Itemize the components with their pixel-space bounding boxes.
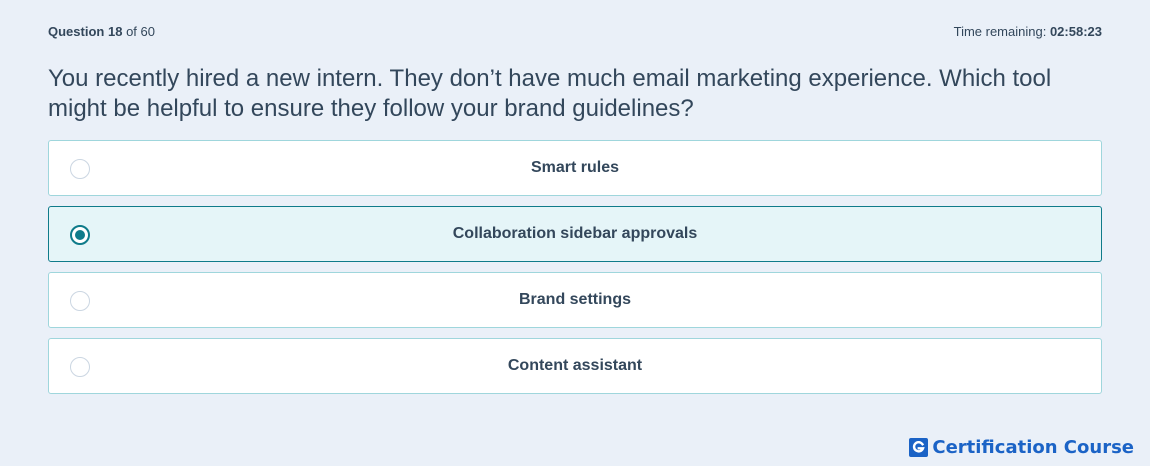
g-logo-icon xyxy=(909,437,929,457)
question-counter: Question 18 of 60 xyxy=(48,22,155,42)
answer-option-4[interactable]: Content assistant xyxy=(48,338,1102,394)
answer-option-1[interactable]: Smart rules xyxy=(48,140,1102,196)
timer-label: Time remaining: xyxy=(953,24,1047,39)
question-word: Question xyxy=(48,24,105,39)
answer-label: Smart rules xyxy=(530,159,620,176)
question-text: You recently hired a new intern. They do… xyxy=(48,65,1052,122)
answer-label: Collaboration sidebar approvals xyxy=(452,225,698,242)
answer-option-3[interactable]: Brand settings xyxy=(48,272,1102,328)
time-remaining: Time remaining: 02:58:23 xyxy=(954,22,1102,42)
answer-options: Smart rules Collaboration sidebar approv… xyxy=(48,140,1102,404)
question-number: 18 xyxy=(107,24,123,39)
question-total: of 60 xyxy=(126,24,155,39)
answer-label: Content assistant xyxy=(507,357,643,374)
answer-label: Brand settings xyxy=(518,291,631,308)
brand-text: Certification Course xyxy=(932,436,1134,458)
timer-value: 02:58:23 xyxy=(1049,24,1102,39)
quiz-header: Question 18 of 60 Time remaining: 02:58:… xyxy=(48,22,1102,42)
brand-watermark: Certification Course xyxy=(909,436,1134,458)
answer-option-2[interactable]: Collaboration sidebar approvals xyxy=(48,206,1102,262)
